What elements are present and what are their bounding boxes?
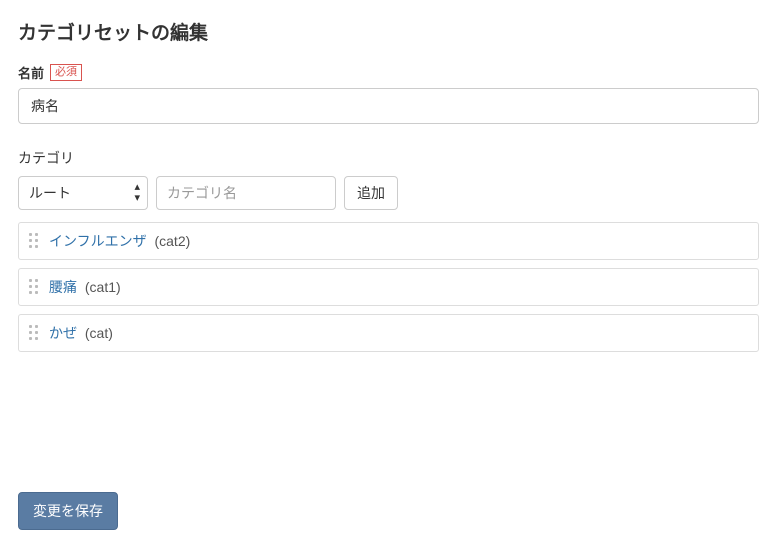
list-item: かぜ (cat) [18, 314, 759, 352]
category-code: (cat2) [154, 233, 190, 249]
category-text: インフルエンザ (cat2) [49, 231, 190, 251]
category-link[interactable]: 腰痛 [49, 279, 77, 295]
category-code: (cat) [85, 325, 113, 341]
name-label-row: 名前 必須 [18, 63, 759, 82]
add-category-row: ルート ▴▾ 追加 [18, 176, 759, 210]
category-list: インフルエンザ (cat2) 腰痛 (cat1) かぜ (cat) [18, 222, 759, 352]
new-category-input[interactable] [156, 176, 336, 210]
save-button[interactable]: 変更を保存 [18, 492, 118, 530]
list-item: インフルエンザ (cat2) [18, 222, 759, 260]
add-category-button[interactable]: 追加 [344, 176, 398, 210]
category-code: (cat1) [85, 279, 121, 295]
required-badge: 必須 [50, 64, 82, 81]
name-input[interactable] [18, 88, 759, 124]
name-label: 名前 [18, 63, 44, 82]
category-section-label: カテゴリ [18, 148, 759, 168]
drag-handle-icon[interactable] [29, 233, 39, 249]
parent-category-select[interactable]: ルート [18, 176, 148, 210]
category-link[interactable]: かぜ [49, 325, 77, 341]
category-text: 腰痛 (cat1) [49, 277, 121, 297]
drag-handle-icon[interactable] [29, 325, 39, 341]
parent-select-wrap: ルート ▴▾ [18, 176, 148, 210]
page-title: カテゴリセットの編集 [18, 18, 759, 45]
drag-handle-icon[interactable] [29, 279, 39, 295]
category-text: かぜ (cat) [49, 323, 113, 343]
category-link[interactable]: インフルエンザ [49, 233, 147, 249]
list-item: 腰痛 (cat1) [18, 268, 759, 306]
